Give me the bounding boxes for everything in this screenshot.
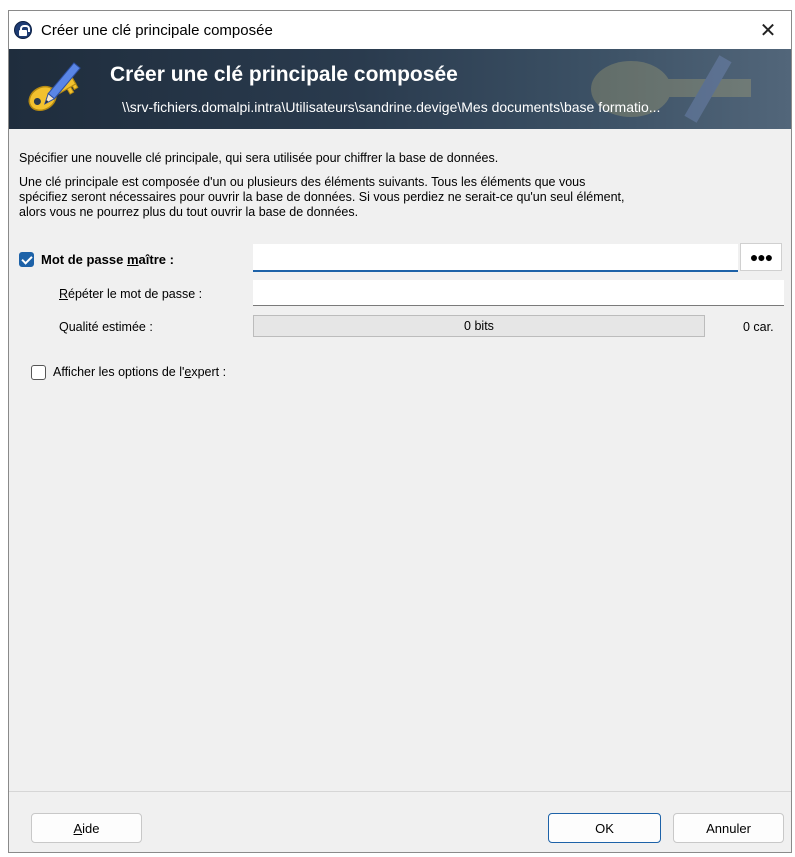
master-password-label: Mot de passe maître : <box>41 252 174 267</box>
window-title: Créer une clé principale composée <box>41 22 273 39</box>
quality-progress-bar: 0 bits <box>253 315 705 337</box>
key-pen-icon <box>28 62 81 112</box>
repeat-password-accel-key: R <box>59 287 69 301</box>
master-password-checkbox[interactable] <box>19 252 34 267</box>
master-password-label-prefix: Mot de passe <box>41 252 127 267</box>
banner-watermark-icon <box>591 55 751 123</box>
help-button[interactable]: Aide <box>31 813 142 843</box>
show-password-toggle-button[interactable]: ●●● <box>740 243 782 271</box>
banner-title: Créer une clé principale composée <box>110 63 458 86</box>
intro-paragraph-line-3: alors vous ne pourrez plus du tout ouvri… <box>19 205 359 219</box>
dialog-footer: Aide OK Annuler <box>9 791 791 852</box>
repeat-password-label: Répéter le mot de passe : <box>59 287 202 301</box>
master-password-input[interactable] <box>253 244 738 272</box>
expert-options-label-rest: xpert : <box>191 365 227 379</box>
repeat-password-label-rest: épéter le mot de passe : <box>68 287 203 301</box>
dialog-banner: Créer une clé principale composée \\srv-… <box>9 49 791 129</box>
repeat-password-input[interactable] <box>253 280 784 306</box>
expert-options-label[interactable]: Afficher les options de l'expert : <box>53 365 226 379</box>
database-path: \\srv-fichiers.domalpi.intra\Utilisateur… <box>122 99 661 115</box>
keepass-lock-icon <box>14 21 32 39</box>
master-password-accel-key: m <box>126 252 139 267</box>
help-button-label: ide <box>82 820 100 836</box>
quality-label: Qualité estimée : <box>59 320 153 334</box>
intro-paragraph-line-2: spécifiez seront nécessaires pour ouvrir… <box>19 190 625 204</box>
intro-paragraph-line-1: Une clé principale est composée d'un ou … <box>19 175 586 189</box>
title-bar: Créer une clé principale composée ✕ <box>9 11 791 49</box>
expert-options-label-prefix: Afficher les options de l' <box>53 365 185 379</box>
dialog-content: Spécifier une nouvelle clé principale, q… <box>9 129 791 791</box>
master-password-label-rest: aître <box>138 252 166 267</box>
create-composite-key-dialog: Créer une clé principale composée ✕ Crée… <box>8 10 792 853</box>
help-accel-key: A <box>73 820 83 836</box>
quality-bits-text: 0 bits <box>464 319 494 333</box>
master-password-label-suffix: : <box>166 252 174 267</box>
close-button[interactable]: ✕ <box>745 11 791 49</box>
expert-options-checkbox[interactable] <box>31 365 46 380</box>
ok-button[interactable]: OK <box>548 813 661 843</box>
cancel-button[interactable]: Annuler <box>673 813 784 843</box>
intro-line: Spécifier une nouvelle clé principale, q… <box>19 151 499 165</box>
quality-chars-text: 0 car. <box>743 320 774 334</box>
